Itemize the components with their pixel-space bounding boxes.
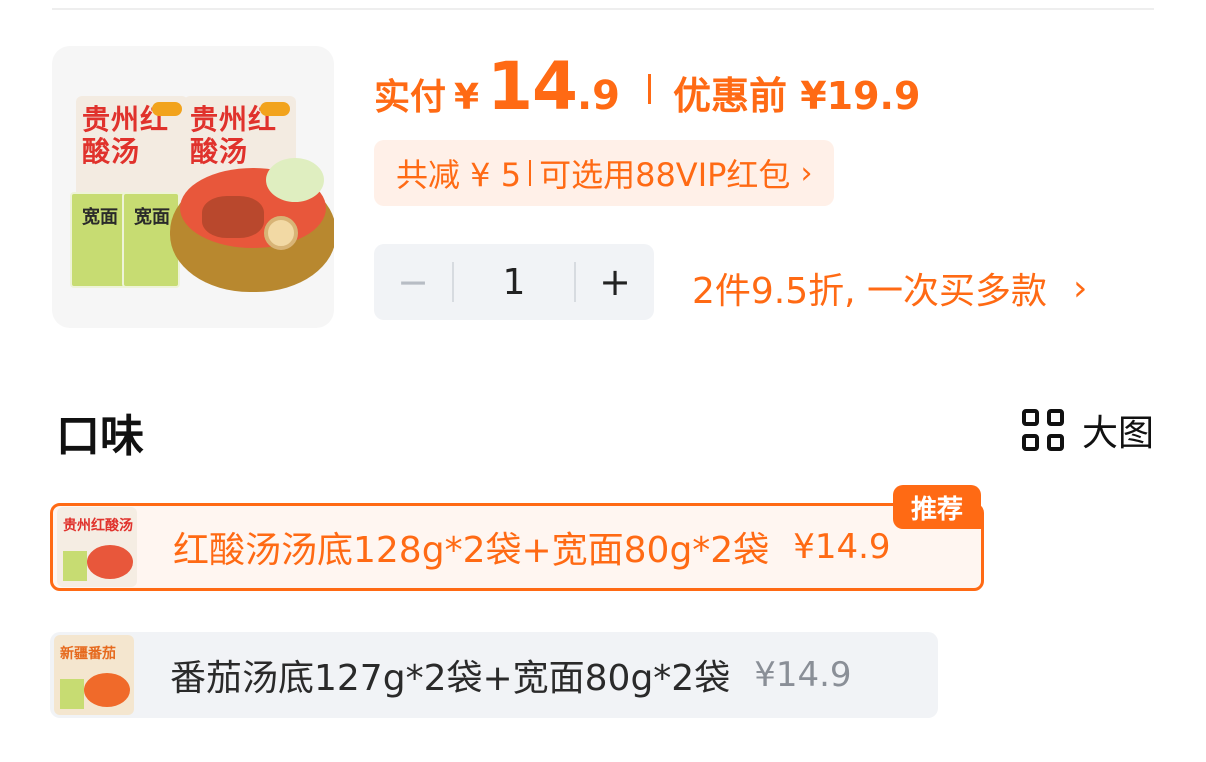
brand-logo [260,102,290,116]
big-image-toggle[interactable]: 大图 [1021,404,1154,456]
option-thumb-soup [87,545,133,579]
grid-icon [1021,409,1064,451]
option-thumb-text: 新疆番茄 [60,646,116,662]
cabbage [266,158,324,202]
decrease-button[interactable]: − [374,260,452,304]
flavor-section-title: 口味 [56,411,144,462]
flavor-option-tomato-soup[interactable]: 新疆番茄 番茄汤底127g*2袋+宽面80g*2袋 ¥14.9 [50,632,938,718]
option-label: 红酸汤汤底128g*2袋+宽面80g*2袋 [173,530,770,571]
discount-vip: 可选用88VIP红包 [539,156,791,194]
chevron-right-icon: › [1073,267,1088,309]
brand-logo [152,102,182,116]
noodle-label: 宽面 [82,207,118,228]
pay-label: 实付 [374,77,447,118]
discount-tag[interactable]: 共减 ¥ 5 可选用88VIP红包 › [374,140,835,206]
big-image-label: 大图 [1081,413,1154,454]
product-image[interactable]: 贵州红酸汤 贵州红酸汤 宽面 宽面 [52,46,334,328]
quantity-stepper: − 1 + [374,244,654,320]
multi-buy-offer-link[interactable]: 2件9.5折, 一次买多款 › [692,262,1087,314]
option-thumb-text: 贵州红酸汤 [63,518,133,534]
pay-price-decimal: .9 [576,73,620,119]
option-thumbnail: 新疆番茄 [54,635,134,715]
option-thumb-noodle [63,551,87,581]
option-label: 番茄汤底127g*2袋+宽面80g*2袋 [170,658,731,699]
recommend-badge: 推荐 [893,485,981,529]
meat [202,196,264,238]
original-price: 优惠前 ¥19.9 [672,74,921,118]
option-price: ¥14.9 [754,655,852,695]
price-separator [647,74,651,104]
option-thumb-noodle [60,679,84,709]
option-thumb-soup [84,673,130,707]
quantity-value[interactable]: 1 [454,262,574,303]
pay-price-integer: 14 [487,48,578,125]
chevron-right-icon: › [800,155,813,191]
multi-buy-offer-text: 2件9.5折, 一次买多款 [692,271,1048,312]
discount-separator [529,160,532,186]
discount-saved: 共减 ¥ 5 [396,156,522,194]
flavor-option-red-sour-soup[interactable]: 贵州红酸汤 红酸汤汤底128g*2袋+宽面80g*2袋 ¥14.9 [50,503,984,591]
noodle-label: 宽面 [134,207,170,228]
increase-button[interactable]: + [576,260,654,304]
top-divider [52,8,1154,10]
option-thumbnail: 贵州红酸汤 [57,507,137,587]
price-row: 实付 ¥ 14 .9 优惠前 ¥19.9 [374,48,921,125]
option-price: ¥14.9 [793,527,891,567]
pay-currency: ¥ [454,77,480,118]
noodle-pack-left: 宽面 [70,192,128,288]
lotus-root [264,216,298,250]
